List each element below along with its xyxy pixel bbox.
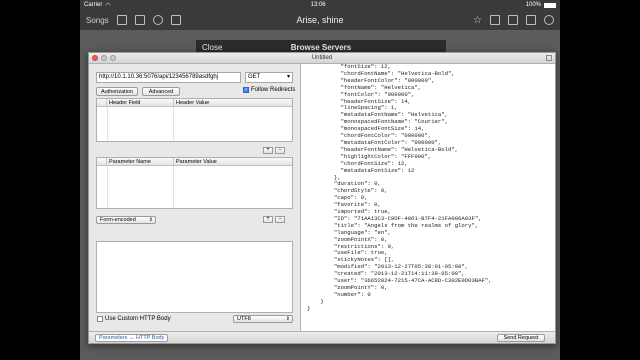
letterbox-right <box>560 0 640 360</box>
request-pane: http://10.1.10.36:5076/api/123456789asdf… <box>89 64 301 343</box>
remove-header-button[interactable]: − <box>275 147 285 154</box>
response-json: "fontSize": 12, "chordFontName": "Helvet… <box>307 64 492 313</box>
header-field-column: Header Field <box>107 99 174 106</box>
info-icon[interactable] <box>544 15 554 25</box>
charset-select[interactable]: UTF8 ⇕ <box>233 315 293 323</box>
battery-percent: 100% <box>525 2 541 8</box>
window-titlebar: Untitled <box>89 53 555 64</box>
parameter-name-column: Parameter Name <box>107 158 174 165</box>
chevron-down-icon: ▾ <box>286 74 290 80</box>
response-pane[interactable]: "fontSize": 12, "chordFontName": "Helvet… <box>301 64 555 343</box>
encoding-select[interactable]: Form-encoded ⇕ <box>96 216 156 224</box>
method-select[interactable]: GET ▾ <box>245 72 293 83</box>
add-parameter-button[interactable]: + <box>263 216 273 223</box>
minimize-window-icon[interactable] <box>101 55 107 61</box>
parameter-value-column: Parameter Value <box>176 159 217 165</box>
url-input[interactable]: http://10.1.10.36:5076/api/123456789asdf… <box>96 72 241 83</box>
chevron-updown-icon: ⇕ <box>148 217 153 223</box>
parameters-body-toggle[interactable]: Parameters ↔ HTTP Body <box>95 334 169 342</box>
library-icon[interactable] <box>134 15 145 25</box>
encoding-value: Form-encoded <box>100 217 136 223</box>
charset-value: UTF8 <box>237 316 251 322</box>
window-title: Untitled <box>311 55 333 61</box>
window-bottom-bar: Parameters ↔ HTTP Body Send Request <box>89 331 555 343</box>
ios-status-bar: Carrier ◠ 13:06 100% <box>80 0 560 10</box>
fullscreen-icon[interactable] <box>546 55 552 61</box>
zoom-window-icon[interactable] <box>110 55 116 61</box>
authorization-button[interactable]: Authorization <box>96 87 138 96</box>
share-icon[interactable] <box>116 15 127 25</box>
header-value-column: Header Value <box>176 100 210 106</box>
follow-redirects-label: Follow Redirects <box>251 87 296 93</box>
close-window-icon[interactable] <box>92 55 98 61</box>
monitor-icon[interactable] <box>170 15 181 25</box>
advanced-button[interactable]: Advanced <box>142 87 180 96</box>
custom-http-body-checkbox[interactable]: Use Custom HTTP Body <box>97 316 171 322</box>
headphones-icon[interactable] <box>152 15 163 25</box>
settings-icon[interactable] <box>526 15 536 25</box>
battery-icon <box>544 2 556 8</box>
add-header-button[interactable]: + <box>263 147 273 154</box>
ipad-screen: Carrier ◠ 13:06 100% Arise, shine Songs ☆… <box>0 0 640 360</box>
http-body-textarea[interactable] <box>96 241 293 313</box>
response-line: } <box>307 304 311 312</box>
send-request-button[interactable]: Send Request <box>497 334 545 342</box>
star-icon[interactable]: ☆ <box>473 15 482 26</box>
follow-redirects-checkbox[interactable]: ✓ Follow Redirects <box>243 87 295 93</box>
http-client-window: Untitled http://10.1.10.36:5076/api/1234… <box>88 52 556 344</box>
header-add-remove: + − <box>263 147 285 154</box>
method-value: GET <box>248 74 261 80</box>
notes-icon[interactable] <box>508 15 518 25</box>
letterbox-left <box>0 0 80 360</box>
edit-icon[interactable] <box>490 15 500 25</box>
songs-button[interactable]: Songs <box>86 16 109 25</box>
parameter-table[interactable]: Parameter Name Parameter Value <box>96 157 293 209</box>
clock: 13:06 <box>310 2 326 8</box>
checkbox-checked-icon: ✓ <box>243 87 249 93</box>
remove-parameter-button[interactable]: − <box>275 216 285 223</box>
carrier-label: Carrier <box>84 2 103 8</box>
custom-http-body-label: Use Custom HTTP Body <box>105 316 171 322</box>
header-table[interactable]: Header Field Header Value <box>96 98 293 142</box>
wifi-icon: ◠ <box>105 2 111 9</box>
modal-title: Browse Servers <box>290 42 352 52</box>
parameter-add-remove: + − <box>263 216 285 223</box>
checkbox-unchecked-icon <box>97 316 103 322</box>
app-toolbar: Arise, shine Songs ☆ <box>80 10 560 30</box>
chevron-updown-icon: ⇕ <box>285 316 290 322</box>
